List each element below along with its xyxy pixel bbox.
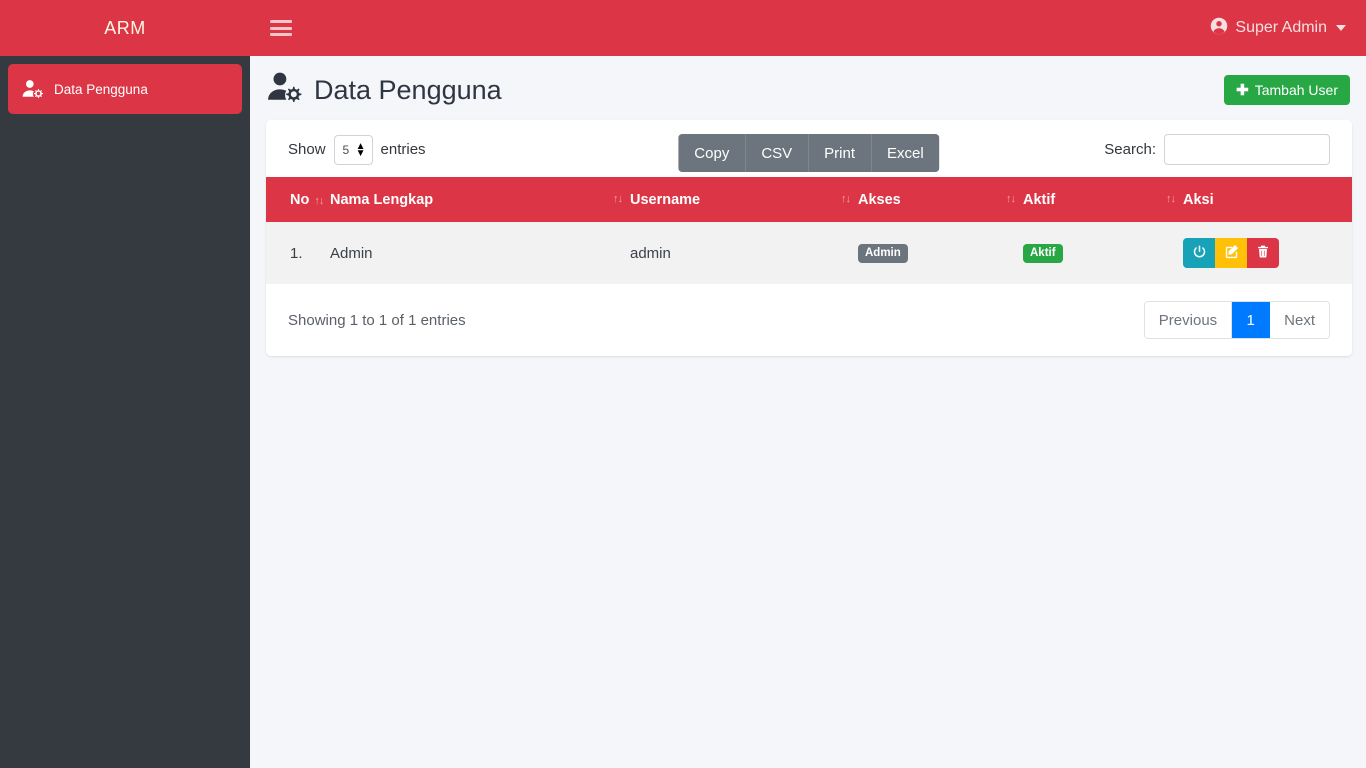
hamburger-bar bbox=[270, 26, 292, 30]
search-input[interactable] bbox=[1164, 134, 1330, 165]
plus-icon: ✚ bbox=[1236, 81, 1249, 99]
users-table: No ↑↓ Nama Lengkap ↑↓ Username ↑↓ Akses ↑↓ A… bbox=[266, 177, 1352, 284]
entries-info: Showing 1 to 1 of 1 entries bbox=[288, 311, 466, 329]
column-label: Aktif bbox=[1023, 191, 1056, 208]
row-action-group bbox=[1183, 238, 1279, 268]
show-label: Show bbox=[288, 141, 326, 158]
entries-label: entries bbox=[380, 141, 426, 158]
table-head: No ↑↓ Nama Lengkap ↑↓ Username ↑↓ Akses ↑↓ A… bbox=[266, 177, 1352, 222]
sort-icon: ↑↓ bbox=[841, 193, 851, 205]
cell-aktif: Aktif bbox=[1023, 222, 1183, 284]
cell-username: admin bbox=[630, 222, 858, 284]
akses-badge: Admin bbox=[858, 243, 908, 264]
column-label: No bbox=[290, 191, 310, 208]
sidebar-item-data-pengguna[interactable]: Data Pengguna bbox=[8, 64, 242, 114]
column-header-username[interactable]: ↑↓ Username bbox=[613, 177, 858, 222]
pencil-square-icon bbox=[1224, 244, 1239, 263]
user-circle-icon bbox=[1210, 17, 1228, 40]
sidebar: ARM Data Pengguna bbox=[0, 0, 250, 768]
sidebar-nav: Data Pengguna bbox=[0, 56, 250, 122]
column-header-no[interactable]: No ↑↓ bbox=[266, 177, 330, 222]
hamburger-icon[interactable] bbox=[270, 18, 294, 38]
sort-icon: ↑↓ bbox=[613, 193, 623, 205]
user-menu-label: Super Admin bbox=[1235, 19, 1327, 36]
user-gear-icon bbox=[266, 71, 304, 110]
add-user-label: Tambah User bbox=[1254, 82, 1338, 98]
power-icon bbox=[1192, 244, 1207, 263]
datatable-card: Show 5 ▲▼ entries Copy CSV Print Excel bbox=[266, 120, 1352, 356]
status-badge: Aktif bbox=[1023, 243, 1063, 264]
toggle-status-button[interactable] bbox=[1183, 238, 1215, 268]
excel-button[interactable]: Excel bbox=[871, 134, 940, 172]
add-user-button[interactable]: ✚ Tambah User bbox=[1224, 75, 1350, 105]
brand-text: ARM bbox=[104, 17, 146, 38]
column-header-aksi[interactable]: ↑↓ Aksi bbox=[1166, 177, 1352, 222]
sidebar-brand[interactable]: ARM bbox=[0, 0, 250, 56]
column-label: Akses bbox=[858, 191, 901, 208]
search-label: Search: bbox=[1104, 141, 1156, 158]
column-label: Nama Lengkap bbox=[330, 191, 434, 208]
table-header-row: No ↑↓ Nama Lengkap ↑↓ Username ↑↓ Akses ↑↓ A… bbox=[266, 177, 1352, 222]
pagination: Previous 1 Next bbox=[1143, 301, 1330, 339]
column-label: Aksi bbox=[1183, 191, 1214, 208]
page-title: Data Pengguna bbox=[266, 71, 502, 110]
sort-icon: ↑↓ bbox=[1006, 193, 1016, 205]
sort-icon: ↑↓ bbox=[314, 194, 324, 207]
page-header: Data Pengguna ✚ Tambah User bbox=[266, 56, 1350, 116]
page-title-text: Data Pengguna bbox=[314, 74, 502, 105]
column-label: Username bbox=[630, 191, 701, 208]
datatable-toolbar: Show 5 ▲▼ entries Copy CSV Print Excel bbox=[266, 120, 1352, 177]
search-control: Search: bbox=[1104, 134, 1330, 165]
csv-button[interactable]: CSV bbox=[745, 134, 809, 172]
user-gear-icon bbox=[22, 79, 44, 99]
print-button[interactable]: Print bbox=[808, 134, 872, 172]
column-header-nama-lengkap[interactable]: Nama Lengkap bbox=[330, 177, 630, 222]
hamburger-bar bbox=[270, 20, 292, 23]
copy-button[interactable]: Copy bbox=[678, 134, 746, 172]
datatable-footer: Showing 1 to 1 of 1 entries Previous 1 N… bbox=[266, 284, 1352, 356]
hamburger-bar bbox=[270, 33, 292, 36]
caret-down-icon bbox=[1336, 25, 1346, 31]
table-row: 1. Admin admin Admin Aktif bbox=[266, 222, 1352, 284]
sort-icon: ↑↓ bbox=[1166, 193, 1176, 205]
column-header-akses[interactable]: ↑↓ Akses bbox=[841, 177, 1023, 222]
user-menu-dropdown[interactable]: Super Admin bbox=[1210, 17, 1346, 40]
sidebar-item-label: Data Pengguna bbox=[54, 81, 148, 97]
trash-icon bbox=[1256, 244, 1270, 263]
delete-button[interactable] bbox=[1247, 238, 1279, 268]
pagination-next[interactable]: Next bbox=[1270, 302, 1329, 338]
table-body: 1. Admin admin Admin Aktif bbox=[266, 222, 1352, 284]
entries-select-wrapper: 5 ▲ ▼ bbox=[333, 134, 373, 165]
cell-nama-lengkap: Admin bbox=[330, 222, 630, 284]
entries-select[interactable]: 5 bbox=[333, 134, 373, 165]
length-control: Show 5 ▲ ▼ entries bbox=[288, 134, 426, 165]
cell-no: 1. bbox=[266, 222, 330, 284]
cell-akses: Admin bbox=[858, 222, 1023, 284]
column-header-aktif[interactable]: ↑↓ Aktif bbox=[1006, 177, 1183, 222]
pagination-previous[interactable]: Previous bbox=[1144, 302, 1233, 338]
cell-aksi bbox=[1183, 222, 1352, 284]
edit-button[interactable] bbox=[1215, 238, 1247, 268]
topbar: Super Admin bbox=[250, 0, 1366, 56]
export-button-group: Copy CSV Print Excel bbox=[678, 134, 940, 172]
pagination-page-1[interactable]: 1 bbox=[1232, 302, 1271, 338]
main-content: Data Pengguna ✚ Tambah User Show 5 ▲ ▼ en… bbox=[250, 56, 1366, 768]
